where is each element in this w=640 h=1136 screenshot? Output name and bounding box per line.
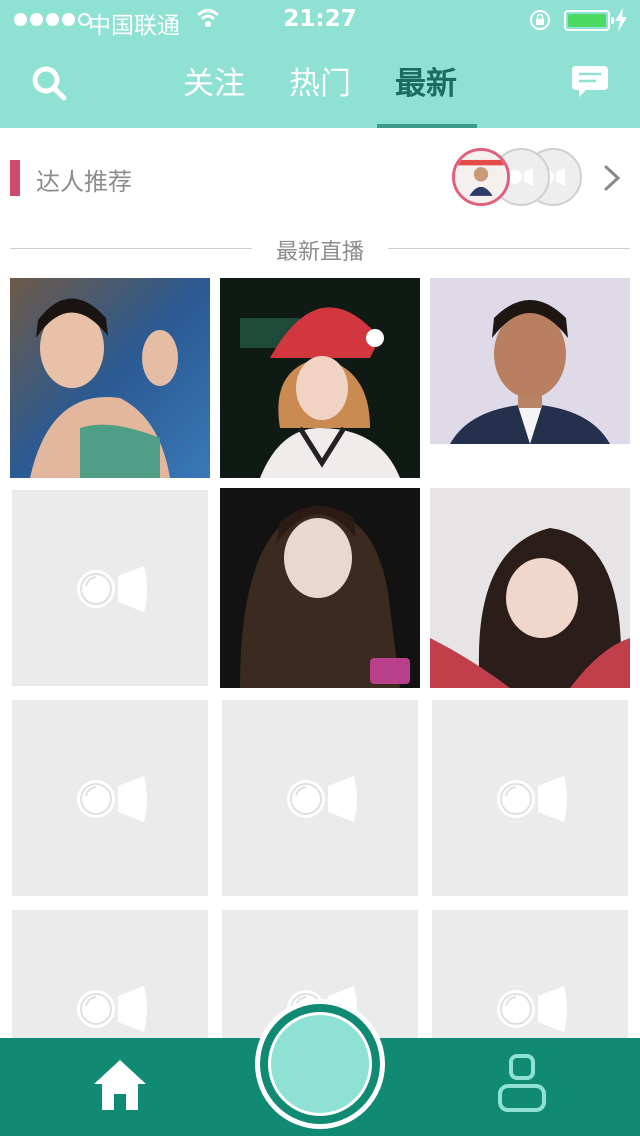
stream-thumbnail[interactable]: [430, 488, 630, 688]
recommended-avatars: [452, 148, 592, 208]
user-icon: [498, 1054, 546, 1112]
chevron-right-icon[interactable]: [600, 164, 624, 192]
stream-thumbnail[interactable]: [430, 278, 630, 478]
camera-placeholder-icon: [497, 986, 567, 1032]
messages-button[interactable]: [570, 64, 610, 100]
recommend-label: 达人推荐: [36, 168, 132, 196]
go-live-button[interactable]: [255, 999, 385, 1129]
stream-thumbnail-placeholder[interactable]: [220, 698, 420, 898]
search-icon: [32, 66, 67, 101]
camera-placeholder-icon: [77, 986, 147, 1032]
home-button[interactable]: [90, 1056, 150, 1114]
camera-placeholder-icon: [77, 566, 147, 612]
go-live-icon: [268, 1012, 372, 1116]
tab-latest[interactable]: 最新: [394, 60, 458, 128]
stream-thumbnail[interactable]: [220, 488, 420, 688]
divider: [388, 248, 630, 249]
host-avatar-photo: [455, 151, 507, 203]
stream-thumbnail[interactable]: [10, 278, 210, 478]
profile-button[interactable]: [496, 1052, 548, 1114]
home-icon: [94, 1060, 146, 1110]
status-bar: 中国联通 21:27: [0, 0, 640, 40]
feed-tabs: 关注 热门 最新: [170, 60, 490, 128]
stream-photo: [430, 488, 630, 688]
stream-photo: [430, 278, 630, 444]
stream-thumbnail-placeholder[interactable]: [10, 698, 210, 898]
search-button[interactable]: [30, 64, 70, 104]
stream-photo: [220, 488, 420, 688]
camera-placeholder-icon: [497, 776, 567, 822]
avatar[interactable]: [452, 148, 510, 206]
recommended-hosts-row[interactable]: 达人推荐: [0, 128, 640, 228]
rotation-lock-icon: [530, 10, 550, 30]
camera-placeholder-icon: [508, 168, 533, 186]
section-title: 最新直播: [275, 240, 364, 265]
stream-photo: [10, 278, 210, 478]
camera-placeholder-icon: [77, 776, 147, 822]
stream-thumbnail-placeholder[interactable]: [10, 488, 210, 688]
battery-icon: [564, 10, 614, 31]
section-header: 最新直播: [10, 230, 630, 266]
charging-icon: [615, 8, 627, 32]
camera-placeholder-icon: [287, 776, 357, 822]
message-icon: [572, 66, 608, 97]
top-header: 中国联通 21:27 关注 热门 最新: [0, 0, 640, 128]
tab-following[interactable]: 关注: [182, 60, 246, 128]
stream-thumbnail-placeholder[interactable]: [430, 698, 630, 898]
stream-photo: [220, 278, 420, 478]
tab-hot[interactable]: 热门: [288, 60, 352, 128]
accent-bar: [10, 160, 20, 196]
stream-thumbnail[interactable]: [220, 278, 420, 478]
